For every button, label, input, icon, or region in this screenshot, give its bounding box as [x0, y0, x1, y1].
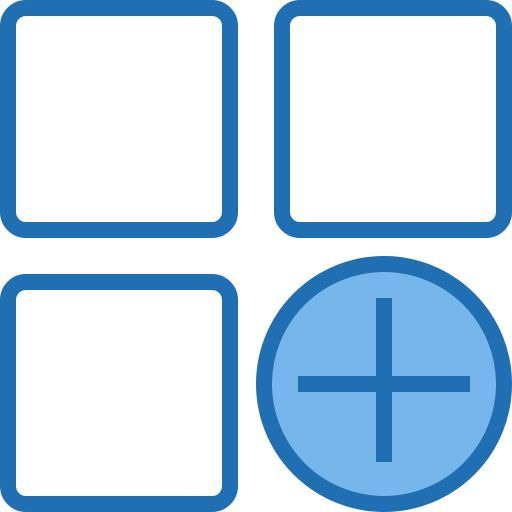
- plus-horizontal-bar: [298, 376, 470, 392]
- app-tile-bottom-left: [0, 274, 238, 512]
- add-circle-plus-icon: [256, 256, 512, 512]
- icon-canvas: [0, 0, 512, 512]
- app-tile-top-right: [274, 0, 512, 238]
- app-tile-top-left: [0, 0, 238, 238]
- add-app-icon: [0, 0, 512, 512]
